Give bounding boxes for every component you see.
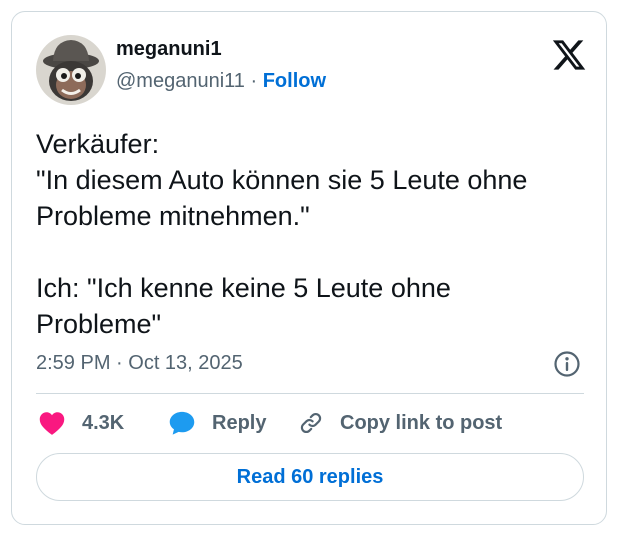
copy-link-label: Copy link to post [340, 411, 503, 434]
author-handle[interactable]: @meganuni11 [116, 70, 245, 92]
like-button[interactable]: 4.3K [38, 408, 124, 438]
speech-bubble-icon [169, 411, 195, 435]
read-replies-button[interactable]: Read 60 replies [36, 453, 584, 501]
handle-separator: · [250, 70, 258, 92]
info-icon[interactable] [553, 350, 581, 378]
tweet-timestamp[interactable]: 2:59 PM · Oct 13, 2025 [36, 352, 243, 375]
follow-button[interactable]: Follow [263, 70, 326, 92]
author-display-name[interactable]: meganuni1 [116, 38, 222, 61]
tweet-line: Probleme mitnehmen." [36, 201, 310, 231]
author-handle-row: @meganuni11 · Follow [116, 70, 326, 93]
like-count: 4.3K [82, 411, 125, 434]
reply-button[interactable]: Reply [168, 408, 266, 438]
tweet-text: Verkäufer: "In diesem Auto können sie 5 … [36, 126, 596, 342]
tweet-line: Verkäufer: [36, 129, 160, 159]
author-avatar[interactable] [36, 35, 106, 105]
x-logo-icon[interactable] [551, 37, 587, 73]
tweet-card: meganuni1 @meganuni11 · Follow Verkäufer… [11, 11, 607, 525]
copy-link-button[interactable]: Copy link to post [298, 408, 502, 438]
tweet-line: Ich: "Ich kenne keine 5 Leute ohne [36, 273, 451, 303]
reply-label: Reply [212, 411, 267, 434]
tweet-line: Probleme" [36, 309, 162, 339]
divider [36, 393, 584, 394]
tweet-line: "In diesem Auto können sie 5 Leute ohne [36, 165, 528, 195]
link-icon [300, 412, 322, 434]
heart-icon [39, 412, 65, 435]
